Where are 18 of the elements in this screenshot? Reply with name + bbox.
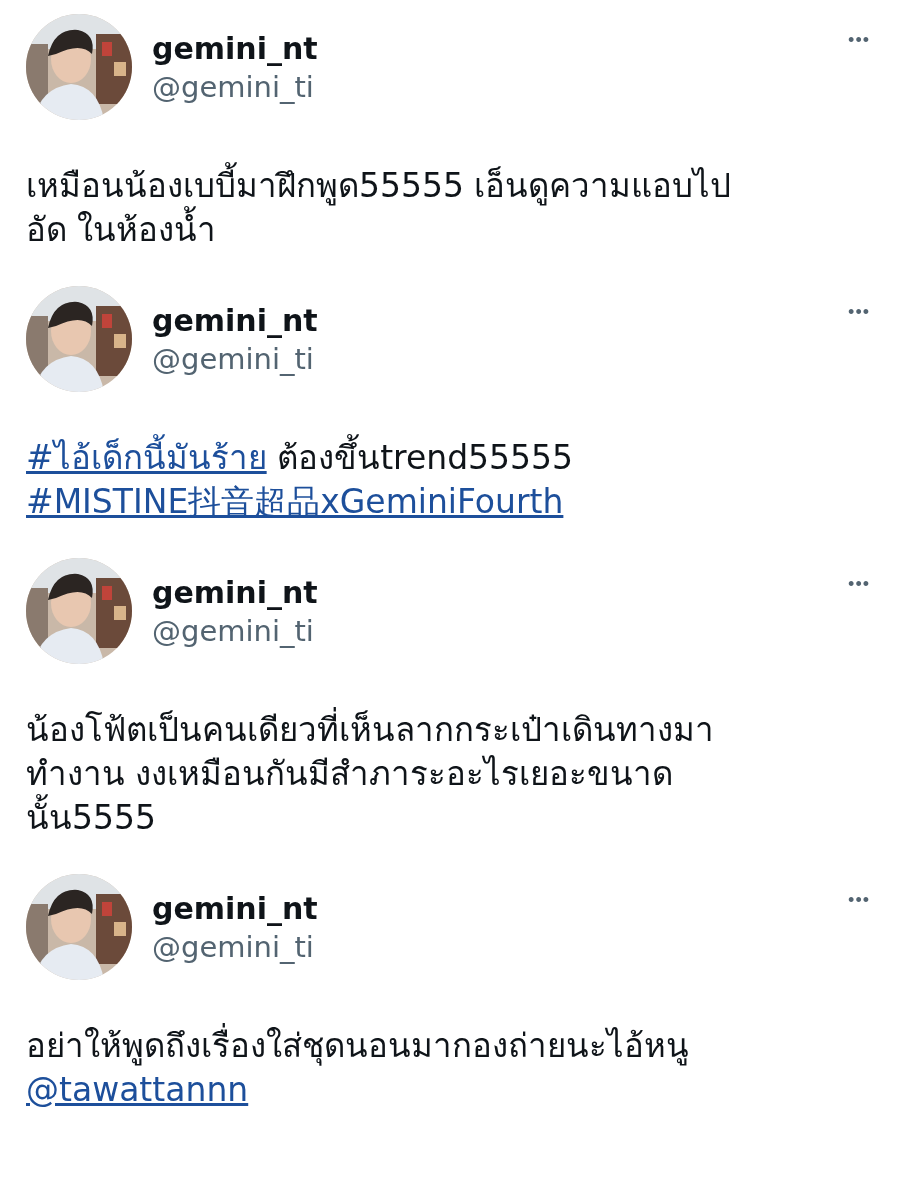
user-handle: @gemini_ti [152,69,314,104]
user-handle: @gemini_ti [152,929,314,964]
display-name[interactable]: gemini_nt [152,574,318,610]
user-handle: @gemini_ti [152,341,314,376]
tweet-text: เหมือนน้องเบบี้มาฝึกพูด55555 เอ็นดูความแอบไป อัด ในห้องน้ำ [26,164,732,252]
more-options-button[interactable]: ••• [844,574,874,595]
more-options-button[interactable]: ••• [844,302,874,323]
tweet-text: อย่าให้พูดถึงเรื่องใส่ชุดนอนมากองถ่ายนะไอ้หนู @tawattannn [26,1024,689,1112]
more-options-button[interactable]: ••• [844,30,874,51]
mention-link[interactable]: @tawattannn [26,1070,249,1109]
more-options-button[interactable]: ••• [844,890,874,911]
tweet-text: #ไอ้เด็กนี้มันร้าย ต้องขึ้นtrend55555 #MISTINE抖音超品xGeminiFourth [26,436,574,524]
display-name[interactable]: gemini_nt [152,890,318,926]
user-handle: @gemini_ti [152,613,314,648]
hashtag-link[interactable]: #MISTINE抖音超品xGeminiFourth [26,482,564,521]
tweet-text: น้องโฟ้ตเป็นคนเดียวที่เห็นลากกระเป๋าเดินทางมา ทำงาน งงเหมือนกันมีสำภาระอะไรเยอะขนาด นั้น5555 [26,708,714,840]
display-name[interactable]: gemini_nt [152,30,318,66]
display-name[interactable]: gemini_nt [152,302,318,338]
